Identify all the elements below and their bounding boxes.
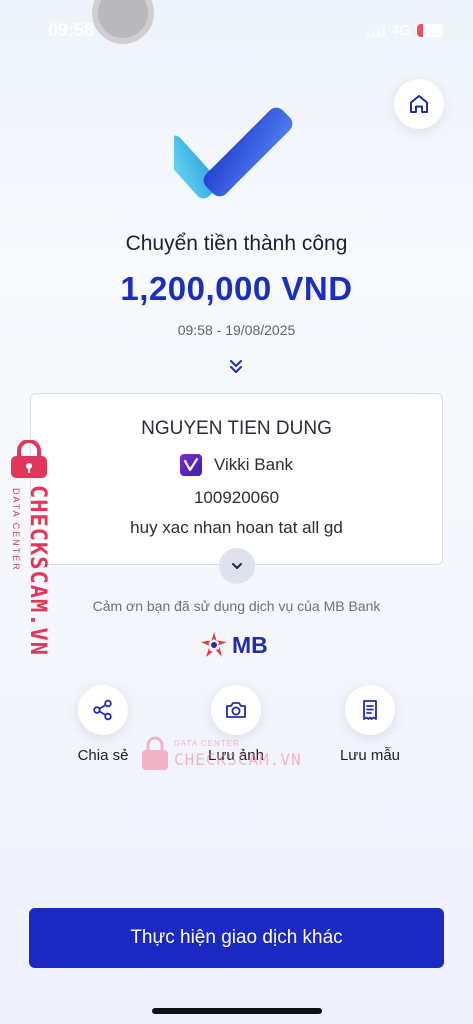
lock-icon xyxy=(142,736,168,770)
double-chevron-down-icon[interactable] xyxy=(226,358,246,376)
recipient-name: NGUYEN TIEN DUNG xyxy=(141,418,332,439)
watermark-center: DATA CENTER CHECKSCAM.VN xyxy=(140,734,310,774)
home-indicator xyxy=(152,1008,322,1014)
account-number: 100920060 xyxy=(193,488,280,507)
battery-icon xyxy=(417,24,443,37)
watermark-side: DATA CENTER CHECKSCAM.VN xyxy=(5,440,53,656)
transfer-note: huy xac nhan hoan tat all gd xyxy=(130,518,343,537)
vikki-bank-logo-icon xyxy=(179,454,202,476)
success-check-icon xyxy=(174,107,293,199)
chevron-down-icon xyxy=(232,563,242,569)
signal-icon xyxy=(366,24,385,37)
share-icon xyxy=(93,699,112,721)
save-template-button[interactable] xyxy=(345,685,395,735)
receipt-icon xyxy=(363,700,377,720)
home-icon xyxy=(410,95,428,113)
watermark-text: CHECKSCAM.VN xyxy=(174,750,302,769)
watermark-subtext: DATA CENTER xyxy=(174,739,240,748)
bank-name: Vikki Bank xyxy=(213,455,294,474)
save-template-action[interactable]: Lưu mẫu xyxy=(310,685,430,764)
home-button[interactable] xyxy=(394,79,444,129)
status-bar: 09:58 4G xyxy=(0,0,473,60)
card-expand-button[interactable] xyxy=(219,548,255,584)
transfer-datetime: 09:58 - 19/08/2025 xyxy=(177,322,296,338)
mb-brand-text: MB xyxy=(232,631,268,658)
watermark-text: CHECKSCAM.VN xyxy=(25,485,50,656)
watermark-subtext: DATA CENTER xyxy=(11,488,21,572)
mb-bank-logo: MB xyxy=(200,631,268,659)
new-transaction-button[interactable]: Thực hiện giao dịch khác xyxy=(29,908,444,968)
recipient-bank: Vikki Bank xyxy=(31,454,442,476)
save-template-label: Lưu mẫu xyxy=(339,747,401,764)
camera-icon xyxy=(226,702,246,718)
network-label: 4G xyxy=(390,22,411,39)
mb-star-icon xyxy=(201,632,227,657)
screen-recording-indicator xyxy=(92,0,154,44)
status-indicators: 4G xyxy=(366,22,443,39)
transfer-status-title: Chuyển tiền thành công xyxy=(125,232,348,255)
thank-you-message: Cảm ơn bạn đã sử dụng dịch vụ của MB Ban… xyxy=(92,598,381,614)
save-image-button[interactable] xyxy=(211,685,261,735)
lock-icon xyxy=(11,440,47,478)
transfer-amount: 1,200,000 VND xyxy=(120,270,353,307)
recipient-card: NGUYEN TIEN DUNG Vikki Bank 100920060 hu… xyxy=(30,393,443,565)
share-button[interactable] xyxy=(78,685,128,735)
status-time: 09:58 xyxy=(48,20,95,40)
